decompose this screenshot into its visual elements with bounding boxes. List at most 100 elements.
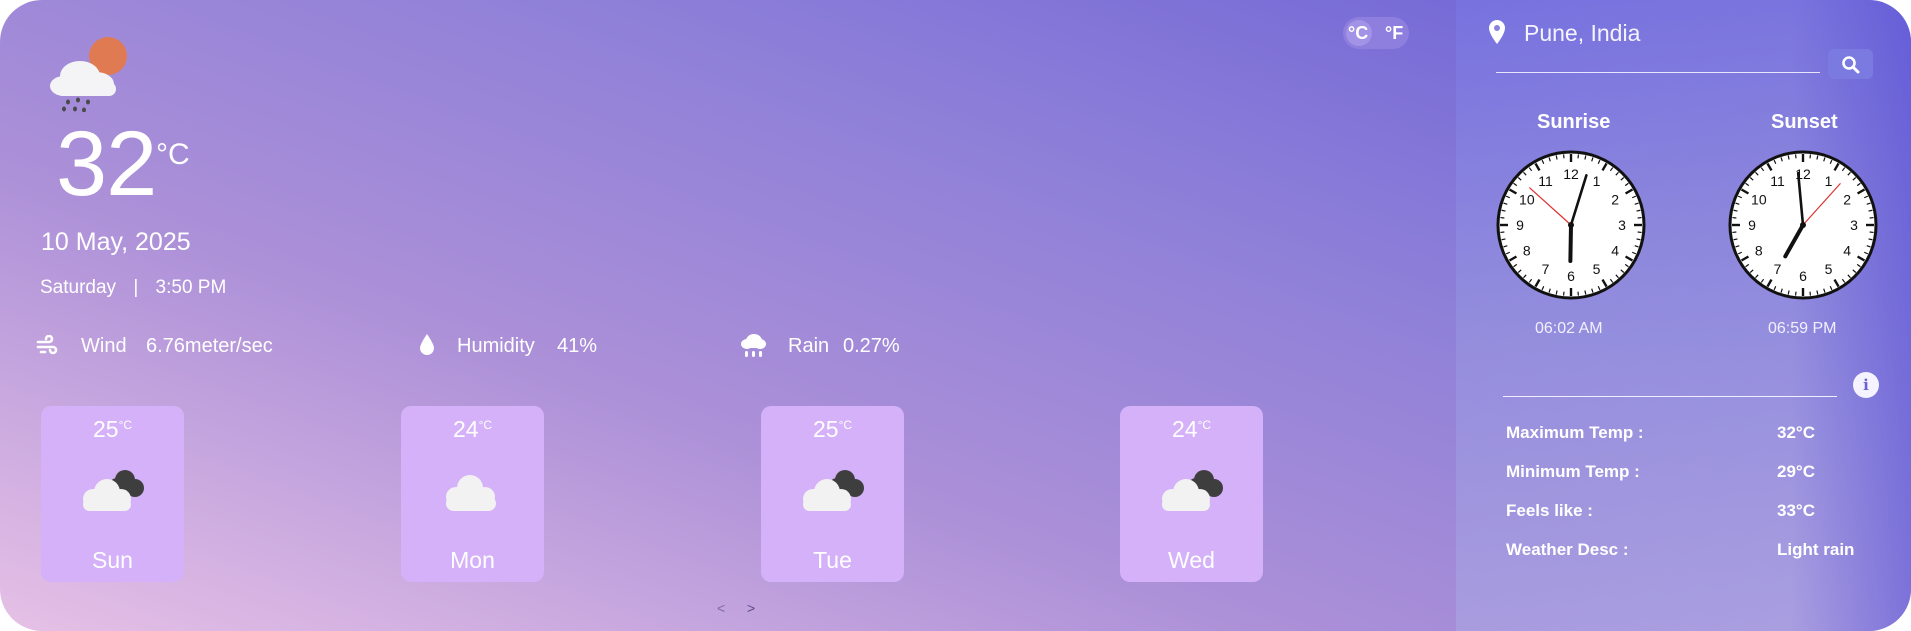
weather-app: °C °F 32 °C 10 May, 2025 Saturday | 3:50…	[0, 0, 1911, 631]
day-time-line: Saturday | 3:50 PM	[40, 277, 226, 299]
forecast-day: Sun	[92, 547, 133, 573]
humidity-value: 41%	[557, 335, 598, 357]
location-input[interactable]: Pune, India	[1524, 20, 1640, 47]
clock-number: 11	[1770, 173, 1785, 189]
fahrenheit-option[interactable]: °F	[1385, 23, 1403, 44]
current-time: 3:50 PM	[155, 277, 227, 298]
partly-cloudy-icon	[1162, 470, 1223, 511]
clock-number: 3	[1850, 217, 1858, 233]
prev-button[interactable]: <	[717, 600, 725, 616]
partly-cloudy-icon	[803, 470, 864, 511]
clock-tick	[1868, 209, 1873, 212]
clock-number: 8	[1755, 243, 1763, 259]
current-temperature: 32	[56, 113, 157, 215]
forecast-card[interactable]: 25°C Sun	[41, 406, 184, 582]
current-date: 10 May, 2025	[41, 228, 191, 256]
clock-number: 6	[1567, 268, 1575, 284]
clock-number: 4	[1843, 243, 1851, 259]
sunrise-title: Sunrise	[1537, 111, 1611, 133]
forecast-card[interactable]: 25°C Tue	[761, 406, 904, 582]
humidity-label: Humidity	[457, 335, 535, 357]
clock-tick	[1501, 238, 1506, 241]
info-icon: i	[1863, 376, 1869, 394]
cloud-rain-sun-icon	[50, 37, 127, 112]
clock-tick	[1584, 155, 1587, 160]
clock-tick	[1787, 155, 1790, 160]
forecast-temp: 24°C	[1171, 416, 1212, 442]
clock-number: 4	[1611, 243, 1619, 259]
day-name: Saturday	[40, 277, 117, 298]
clock-number: 7	[1542, 261, 1550, 277]
forecast-day: Wed	[1168, 547, 1215, 573]
clock-number: 11	[1538, 173, 1553, 189]
clock-number: 7	[1774, 261, 1782, 277]
sunrise-clock: 1234567891011 12	[1496, 150, 1646, 300]
droplet-icon	[420, 334, 434, 355]
clock-number: 2	[1611, 192, 1619, 208]
weather-desc-label: Weather Desc :	[1506, 540, 1629, 559]
wind-label: Wind	[81, 335, 127, 357]
search-icon	[1842, 56, 1860, 74]
clock-tick	[1868, 238, 1873, 241]
rain-label: Rain	[788, 335, 830, 357]
clock-tick	[1555, 155, 1558, 160]
feels-like-value: 33°C	[1777, 501, 1815, 520]
forecast-temp: 24°C	[452, 416, 493, 442]
clock-center	[1800, 222, 1806, 228]
clock-tick	[1636, 238, 1641, 241]
next-button[interactable]: >	[747, 600, 755, 616]
clock-number: 3	[1618, 217, 1626, 233]
clock-number: 1	[1825, 173, 1833, 189]
clock-number: 1	[1593, 173, 1601, 189]
clock-tick	[1733, 238, 1738, 241]
celsius-option[interactable]: °C	[1348, 23, 1368, 44]
sunset-title: Sunset	[1771, 111, 1838, 133]
clock-tick	[1733, 209, 1738, 212]
forecast-day: Mon	[450, 547, 495, 573]
hour-hand	[1568, 223, 1573, 263]
weather-desc-value: Light rain	[1777, 540, 1855, 559]
clock-number: 8	[1523, 243, 1531, 259]
search-button[interactable]	[1828, 49, 1873, 79]
max-temp-label: Maximum Temp :	[1506, 423, 1644, 442]
forecast-temp: 25°C	[92, 416, 133, 442]
clock-number: 6	[1799, 268, 1807, 284]
cloud-icon	[446, 475, 496, 511]
sunset-time: 06:59 PM	[1768, 320, 1837, 337]
clock-number: 5	[1825, 261, 1833, 277]
clock-number: 2	[1843, 192, 1851, 208]
clock-number: 5	[1593, 261, 1601, 277]
forecast-card[interactable]: 24°C Wed	[1120, 406, 1263, 582]
details-divider	[1503, 396, 1837, 397]
clock-tick	[1787, 290, 1790, 295]
rain-value: 0.27%	[843, 335, 900, 357]
wind-icon	[36, 335, 58, 355]
main-panel: °C °F 32 °C 10 May, 2025 Saturday | 3:50…	[0, 0, 1456, 631]
rain-cloud-icon	[741, 334, 766, 357]
sunrise-time: 06:02 AM	[1535, 320, 1603, 337]
unit-toggle[interactable]: °C °F	[1343, 17, 1409, 49]
clock-number: 9	[1516, 217, 1524, 233]
min-temp-label: Minimum Temp :	[1506, 462, 1640, 481]
wind-value: 6.76meter/sec	[146, 335, 273, 357]
temperature-unit: °C	[156, 138, 190, 171]
clock-tick	[1816, 155, 1819, 160]
info-button[interactable]: i	[1853, 372, 1879, 398]
sidebar	[1456, 0, 1911, 631]
max-temp-value: 32°C	[1777, 423, 1815, 442]
clock-tick	[1584, 290, 1587, 295]
clock-center	[1568, 222, 1574, 228]
search-underline	[1496, 72, 1820, 73]
forecast-temp: 25°C	[812, 416, 853, 442]
clock-tick	[1555, 290, 1558, 295]
forecast-day: Tue	[813, 547, 852, 573]
location-pin-icon	[1489, 20, 1505, 44]
separator: |	[133, 277, 139, 298]
feels-like-label: Feels like :	[1506, 501, 1593, 520]
clock-number: 12	[1563, 166, 1579, 182]
clock-number: 10	[1519, 192, 1535, 208]
min-temp-value: 29°C	[1777, 462, 1815, 481]
forecast-card[interactable]: 24°C Mon	[401, 406, 544, 582]
clock-tick	[1636, 209, 1641, 212]
sunset-clock: 1234567891011 12	[1728, 150, 1878, 300]
